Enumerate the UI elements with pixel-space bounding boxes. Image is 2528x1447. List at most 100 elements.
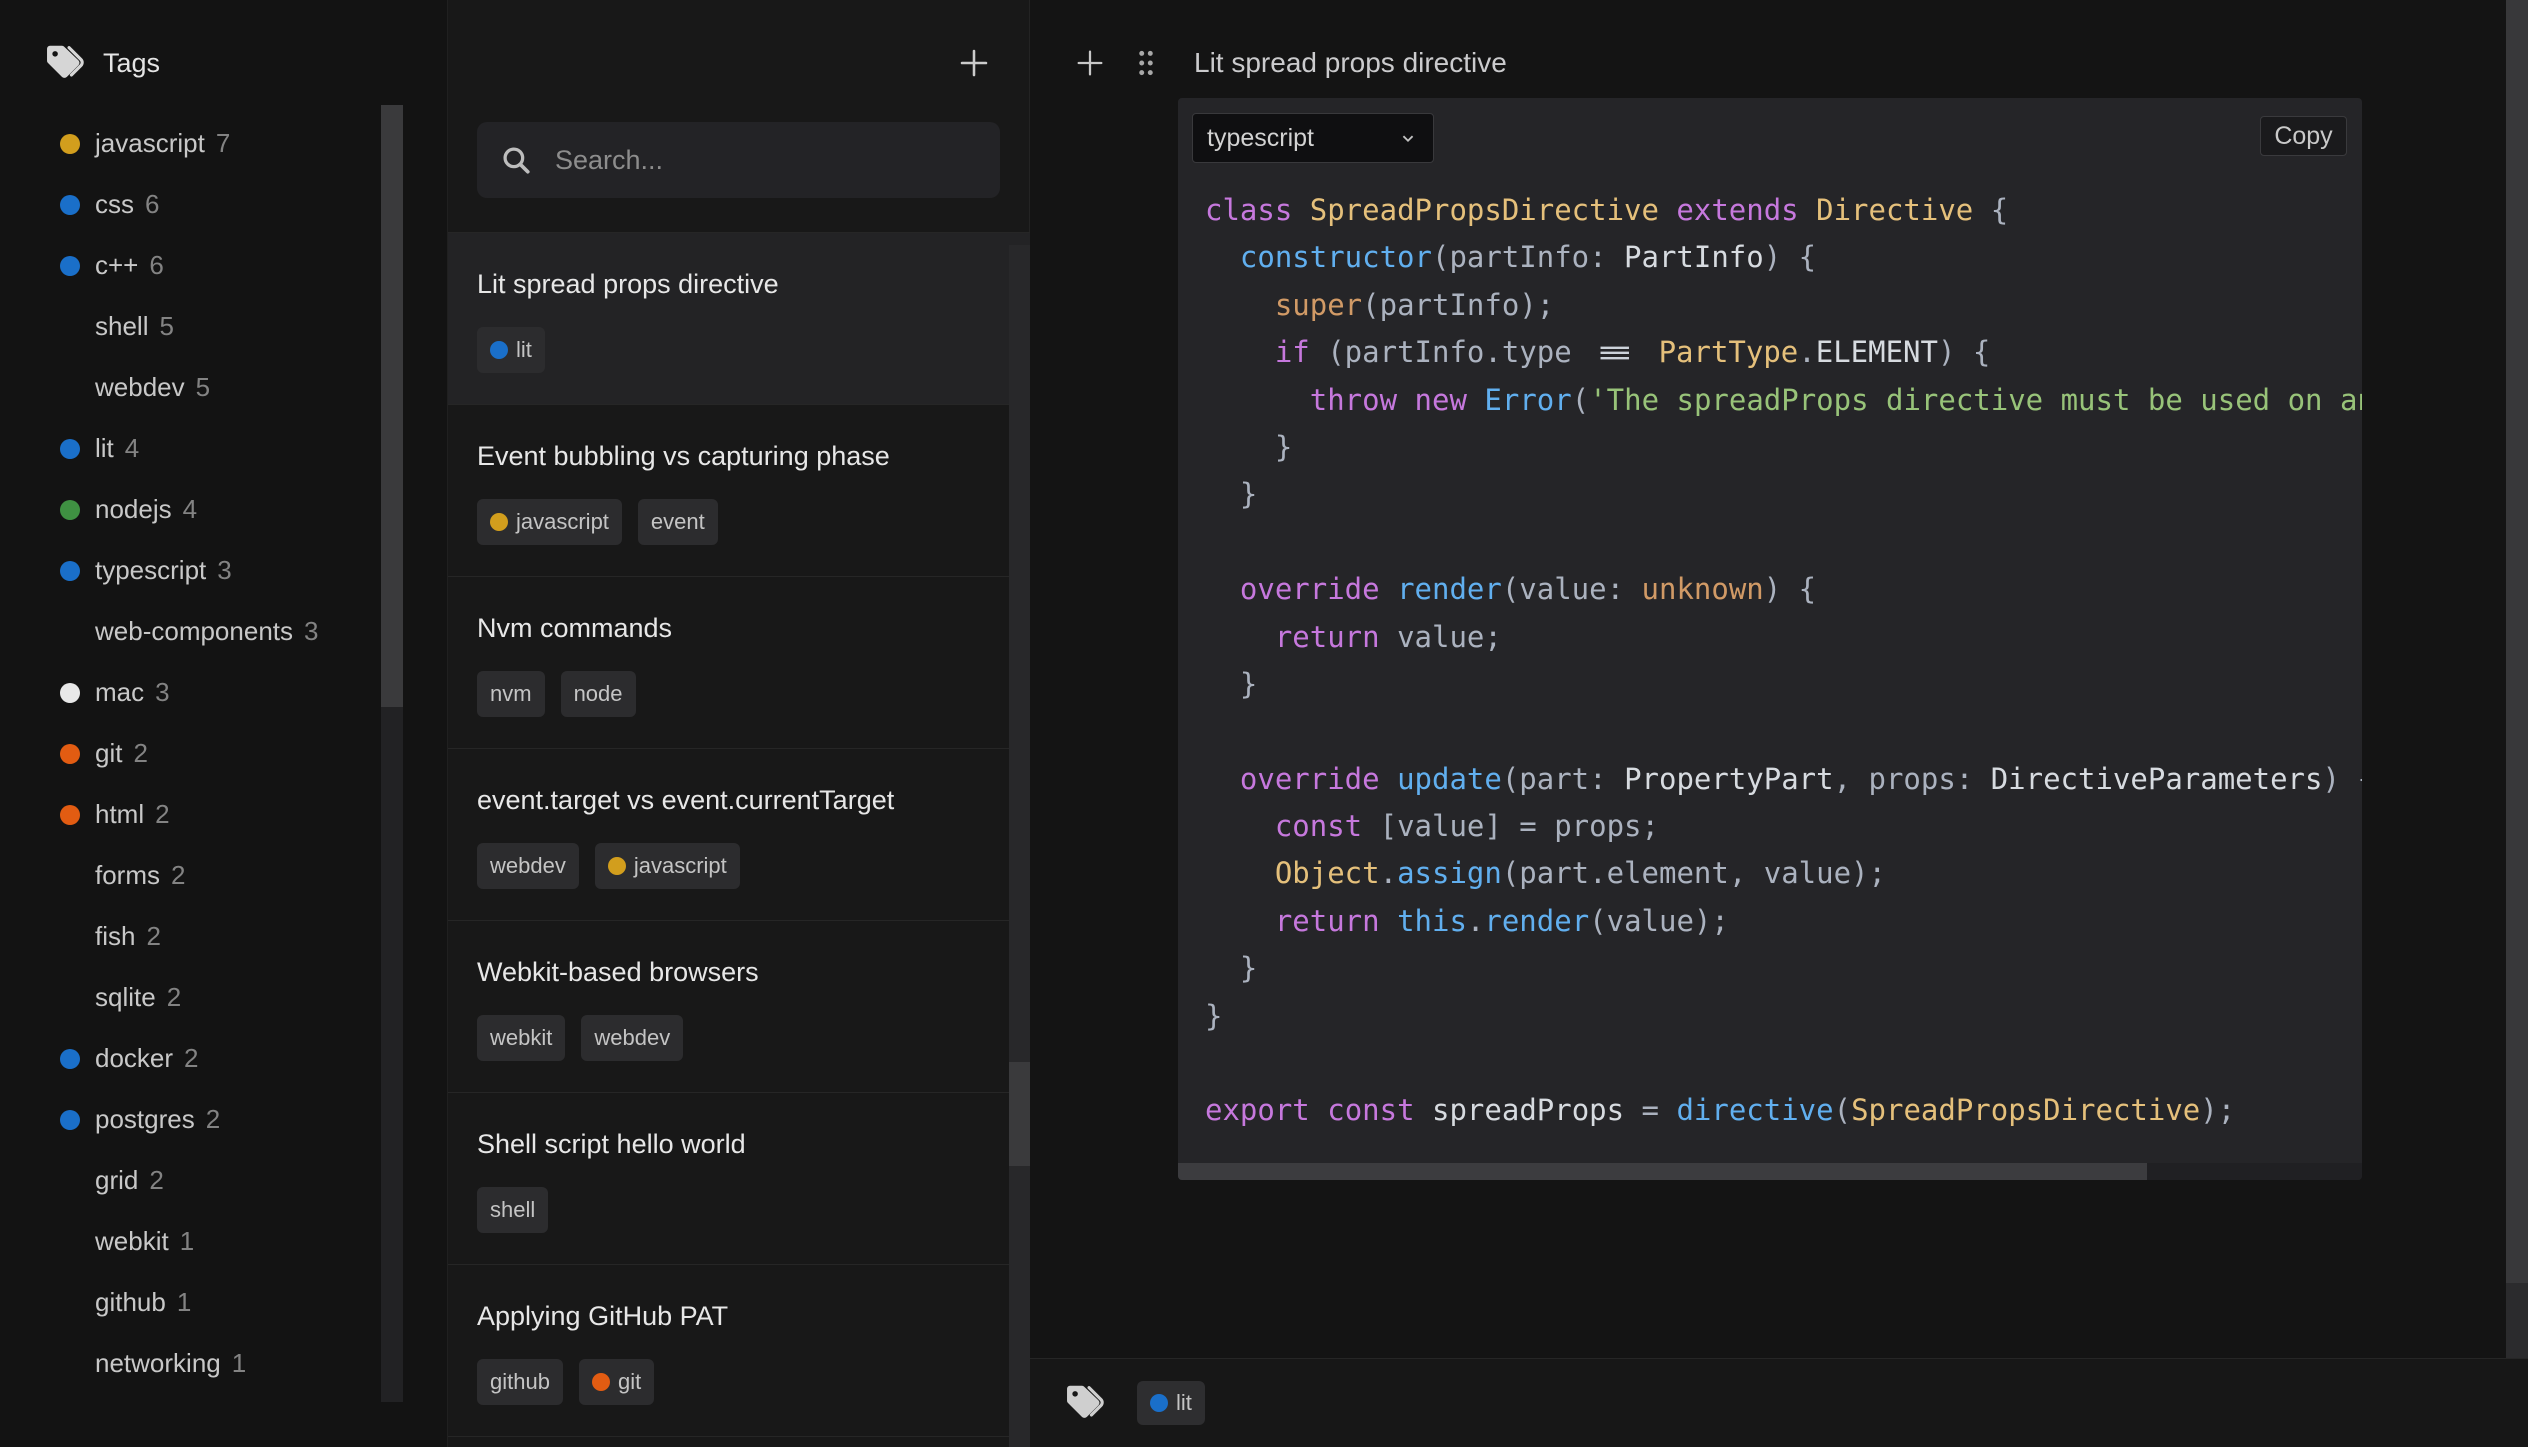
snippet-list-item[interactable]: Webkit-based browsers webkit webdev [448,920,1031,1092]
code-content[interactable]: class SpreadPropsDirective extends Direc… [1205,187,2362,1135]
snippet-list-item[interactable]: Shell script hello world shell [448,1092,1031,1264]
snippet-item-tags: lit [477,327,545,373]
sidebar-tag-item[interactable]: javascript 7 [0,113,381,174]
code-line: const [value] = props; [1274,809,1659,844]
sidebar-tag-item[interactable]: c++ 6 [0,235,381,296]
tag-color-dot [60,255,80,276]
sidebar-tag-label: webkit [95,1226,169,1256]
editor-scrollbar-thumb[interactable] [2506,0,2528,1283]
snippet-list-item[interactable]: Nvm commands nvm node [448,576,1031,748]
sidebar-tag-count: 5 [195,372,211,402]
sidebar-tag-label: sqlite [95,982,156,1012]
sidebar-tag-count: 3 [304,616,319,646]
tag-chip: node [560,671,636,717]
sidebar-tag-item[interactable]: postgres 2 [0,1089,381,1150]
tag-color-dot [60,804,80,825]
sidebar-tag-item[interactable]: css 6 [0,174,381,235]
editor-scrollbar-track[interactable] [2506,0,2528,1358]
tag-chip-label: nvm [490,681,532,706]
tag-color-dot [60,1048,80,1069]
snippet-title[interactable]: Lit spread props directive [1194,47,1507,79]
sidebar-tag-item[interactable]: lit 4 [0,418,381,479]
sidebar-tag-count: 2 [146,921,161,951]
sidebar-tag-item[interactable]: git 2 [0,723,381,784]
snippet-list-panel: Lit spread props directive lit Event bubbl… [447,0,1031,1447]
add-block-button[interactable] [1073,46,1107,80]
search-box[interactable] [477,122,1000,198]
code-line: if (partInfo.type ≡ PartType.ELEMENT) { [1274,335,1991,370]
sidebar-tag-item[interactable]: web-components 3 [0,601,381,662]
drag-handle-icon[interactable] [1135,48,1157,78]
sidebar-tag-item[interactable]: sqlite 2 [0,967,381,1028]
tag-color-dot [591,1373,610,1391]
code-horizontal-scrollbar-thumb[interactable] [1178,1163,2147,1180]
snippet-item-title: Shell script hello world [477,1129,746,1159]
sidebar-tag-item[interactable]: github 1 [0,1272,381,1333]
snippet-editor-panel: Lit spread props directive typescript Co… [1030,0,2528,1447]
copy-button[interactable]: Copy [2260,116,2347,156]
tags-icon [1067,1385,1104,1418]
code-line: throw new Error('The spreadProps directi… [1309,382,2362,417]
language-select[interactable]: typescript [1192,113,1434,163]
tag-chip: webkit [477,1015,566,1061]
tags-header: Tags [43,41,160,85]
tag-chip-label: node [573,681,623,706]
sidebar-tag-item[interactable]: docker 2 [0,1028,381,1089]
editor-header: Lit spread props directive [1073,43,1507,83]
sidebar-tag-item[interactable]: networking 1 [0,1333,381,1394]
sidebar-scrollbar-thumb[interactable] [381,105,403,707]
snippet-item-title: Nvm commands [477,613,673,643]
sidebar-tag-item[interactable]: nodejs 4 [0,479,381,540]
tag-color-dot [60,682,80,703]
sidebar-tag-item[interactable]: fish 2 [0,906,381,967]
snippet-list-item[interactable]: Lit spread props directive lit [448,232,1031,404]
sidebar-tag-item[interactable]: html 2 [0,784,381,845]
list-scrollbar-track[interactable] [1009,245,1031,1447]
snippet-item-title: event.target vs event.currentTarget [477,785,895,815]
tag-color-dot [607,857,626,875]
snippet-list-item[interactable]: Event bubbling vs capturing phase javascr… [448,404,1031,576]
list-scrollbar-thumb[interactable] [1009,1062,1031,1166]
snippet-item-tags: github git [477,1359,655,1405]
editor-footer: lit [1030,1358,2528,1447]
sidebar-tag-item[interactable]: forms 2 [0,845,381,906]
sidebar-tag-label: web-components [95,616,293,646]
sidebar-tag-count: 3 [217,555,232,585]
sidebar-tag-count: 6 [145,189,160,219]
tag-chip[interactable]: lit [1137,1381,1205,1425]
search-icon [503,147,530,174]
tag-color-dot [60,194,80,215]
sidebar-tag-label: typescript [95,555,207,585]
tags-title: Tags [103,47,161,78]
code-line: override render(value: unknown) { [1239,572,1817,607]
snippet-item-tags: shell [477,1187,549,1233]
code-horizontal-scrollbar[interactable] [1178,1163,2362,1180]
tag-chip: nvm [477,671,545,717]
sidebar-tag-item[interactable]: webkit 1 [0,1211,381,1272]
code-line: class SpreadPropsDirective extends Direc… [1205,193,2009,227]
tag-chip: lit [477,327,545,373]
sidebar-tag-count: 2 [184,1043,199,1073]
snippet-item-title: Applying GitHub PAT [477,1301,729,1331]
code-line: return value; [1274,619,1502,654]
sidebar-tag-item[interactable]: grid 2 [0,1150,381,1211]
tag-chip: shell [477,1187,549,1233]
sidebar-tag-item[interactable]: webdev 5 [0,357,381,418]
snippet-list-item[interactable]: event.target vs event.currentTarget webde… [448,748,1031,920]
code-line: override update(part: PropertyPart, prop… [1239,761,2362,796]
code-line: } [1205,951,1258,986]
code-line: constructor(partInfo: PartInfo) { [1239,240,1817,275]
tag-chip-label: webkit [490,1025,553,1050]
sidebar-tag-count: 2 [171,860,186,890]
plus-icon [960,49,988,77]
sidebar-tag-item[interactable]: mac 3 [0,662,381,723]
tag-chip-label: lit [516,337,532,362]
chevron-down-icon [1402,135,1414,143]
new-snippet-button[interactable] [956,45,992,81]
snippet-list-item[interactable]: Applying GitHub PAT github git [448,1264,1031,1436]
snippet-item-tags: webkit webdev [477,1015,684,1061]
sidebar-tag-item[interactable]: shell 5 [0,296,381,357]
search-input[interactable] [553,143,978,177]
sidebar-scrollbar-track[interactable] [381,105,403,1402]
sidebar-tag-item[interactable]: typescript 3 [0,540,381,601]
